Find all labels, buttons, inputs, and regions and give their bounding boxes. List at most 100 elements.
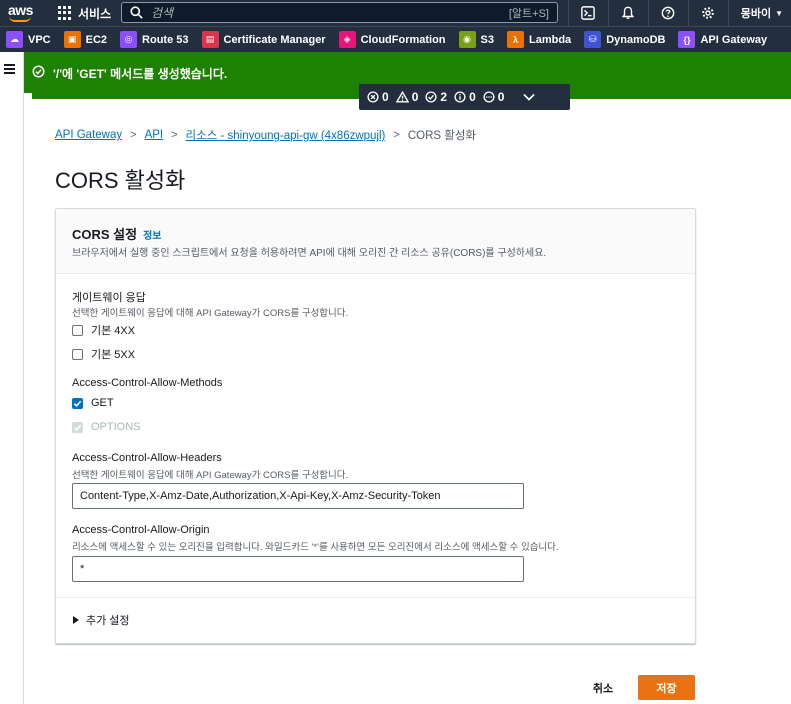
help-button[interactable]: [647, 0, 688, 26]
allow-headers-label: Access-Control-Allow-Headers: [72, 452, 222, 464]
page-title: CORS 활성화: [55, 168, 186, 193]
search-shortcut: [알트+S]: [508, 7, 549, 20]
favorite-certificate-manager[interactable]: ▤ Certificate Manager: [201, 31, 326, 48]
checkbox[interactable]: [72, 348, 83, 360]
allow-origin-description: 리소스에 액세스할 수 있는 오리진을 입력합니다. 와일드카드 '*'를 사용…: [72, 542, 559, 553]
checkbox-default-4xx[interactable]: 기본 4XX: [72, 322, 135, 338]
services-label: 서비스: [78, 6, 112, 21]
error-icon: [367, 91, 379, 103]
info-icon: [454, 91, 466, 103]
save-button[interactable]: 저장: [638, 675, 695, 700]
allow-headers-input[interactable]: [72, 483, 524, 509]
settings-button[interactable]: [687, 0, 728, 26]
container-title: CORS 설정 정보: [72, 224, 162, 243]
check-circle-icon: [32, 65, 45, 78]
caret-down-icon: ▼: [775, 8, 783, 18]
favorite-label: Lambda: [529, 33, 572, 46]
favorite-label: CloudFormation: [360, 33, 446, 46]
cloudshell-button[interactable]: [567, 0, 608, 26]
checkbox-checked[interactable]: [72, 397, 83, 409]
notifications-button[interactable]: [607, 0, 648, 26]
route53-icon: ◎: [120, 31, 138, 48]
search-bar[interactable]: [알트+S]: [121, 2, 558, 23]
menu-icon[interactable]: [4, 64, 15, 76]
favorite-cloudformation[interactable]: ◈ CloudFormation: [338, 31, 446, 48]
gear-icon: [702, 7, 714, 19]
additional-settings-expander[interactable]: 추가 설정: [73, 612, 130, 628]
warning-icon: [395, 91, 409, 103]
favorite-label: EC2: [85, 33, 108, 46]
s3-icon: ◉: [458, 31, 476, 48]
favorite-route53[interactable]: ◎ Route 53: [120, 31, 189, 48]
checkbox-method-options: OPTIONS: [72, 421, 141, 433]
allow-origin-label: Access-Control-Allow-Origin: [72, 524, 210, 536]
favorite-dynamodb[interactable]: ⛁ DynamoDB: [584, 31, 665, 48]
checkbox-checked-disabled: [72, 421, 83, 433]
success-count: 2: [425, 90, 447, 104]
top-icons: 몽바이 ▼: [567, 0, 791, 26]
bell-icon: [621, 6, 635, 19]
allow-origin-input[interactable]: [72, 556, 524, 582]
chevron-right-icon: >: [130, 129, 137, 141]
aws-smile-icon: [9, 16, 31, 22]
gateway-responses-label: 게이트웨이 응답: [72, 292, 146, 304]
dynamodb-icon: ⛁: [584, 31, 602, 48]
gateway-responses-description: 선택한 게이트웨이 응답에 대해 API Gateway가 CORS를 구성합니…: [72, 308, 349, 319]
user-menu-button[interactable]: 몽바이 ▼: [727, 0, 791, 26]
aws-logo-text: aws: [8, 2, 33, 18]
info-count-value: 0: [469, 90, 476, 104]
favorite-label: Certificate Manager: [223, 33, 326, 46]
checkbox[interactable]: [72, 324, 83, 336]
in-progress-count-value: 0: [497, 90, 505, 104]
in-progress-icon: [483, 91, 495, 103]
top-navigation: aws 서비스 [알트+S] 몽바이 ▼: [0, 0, 791, 26]
in-progress-count: 0: [483, 90, 505, 104]
aws-logo[interactable]: aws: [6, 3, 40, 23]
checkbox-default-5xx[interactable]: 기본 5XX: [72, 346, 135, 362]
error-count-value: 0: [382, 90, 389, 104]
additional-settings-label: 추가 설정: [86, 615, 130, 627]
favorite-label: VPC: [28, 33, 51, 46]
favorites-bar: ☁ VPC ▣ EC2 ◎ Route 53 ▤ Certificate Man…: [0, 26, 791, 52]
success-icon: [425, 91, 437, 103]
cloudformation-icon: ◈: [338, 31, 356, 48]
breadcrumb-link-api-gateway[interactable]: API Gateway: [55, 129, 122, 141]
breadcrumb-link-resources[interactable]: 리소스 - shinyoung-api-gw (4x86zwpujl): [186, 127, 386, 143]
favorite-label: Route 53: [142, 33, 189, 46]
info-link[interactable]: 정보: [143, 227, 161, 242]
cloudshell-icon: [581, 6, 596, 20]
chevron-down-icon[interactable]: [523, 93, 536, 101]
checkbox-label: 기본 4XX: [91, 325, 136, 337]
checkbox-label: GET: [91, 397, 114, 409]
cors-settings-container: CORS 설정 정보 브라우저에서 실행 중인 스크립트에서 요청을 허용하려면…: [55, 208, 696, 644]
checkmark-icon: [73, 424, 82, 431]
checkbox-method-get[interactable]: GET: [72, 397, 114, 409]
favorite-vpc[interactable]: ☁ VPC: [6, 31, 51, 48]
user-name: 몽바이: [740, 8, 772, 20]
checkmark-icon: [73, 400, 82, 407]
favorite-ec2[interactable]: ▣ EC2: [63, 31, 108, 48]
container-header: CORS 설정 정보 브라우저에서 실행 중인 스크립트에서 요청을 허용하려면…: [56, 209, 695, 274]
checkbox-label: 기본 5XX: [91, 349, 136, 361]
notification-counter[interactable]: 0 0 2 0 0: [359, 84, 570, 110]
services-menu-button[interactable]: 서비스: [58, 5, 111, 22]
cancel-button[interactable]: 취소: [580, 676, 626, 700]
success-count-value: 2: [440, 90, 448, 104]
ec2-icon: ▣: [63, 31, 81, 48]
search-input[interactable]: [151, 5, 509, 20]
breadcrumb-link-api[interactable]: API: [145, 129, 164, 141]
favorite-lambda[interactable]: λ Lambda: [507, 31, 571, 48]
favorite-api-gateway[interactable]: {} API Gateway: [678, 31, 767, 48]
favorite-s3[interactable]: ◉ S3: [458, 31, 494, 48]
chevron-right-icon: >: [171, 129, 178, 141]
breadcrumb: API Gateway > API > 리소스 - shinyoung-api-…: [55, 127, 476, 143]
divider: [56, 597, 695, 598]
certificate-manager-icon: ▤: [201, 31, 219, 48]
favorite-label: S3: [480, 33, 494, 46]
search-icon: [130, 6, 143, 19]
allow-methods-label: Access-Control-Allow-Methods: [72, 377, 223, 389]
chevron-right-icon: >: [393, 129, 400, 141]
favorite-label: API Gateway: [700, 33, 768, 46]
lambda-icon: λ: [507, 31, 524, 48]
flash-message: '/'에 'GET' 메서드를 생성했습니다.: [53, 67, 228, 81]
